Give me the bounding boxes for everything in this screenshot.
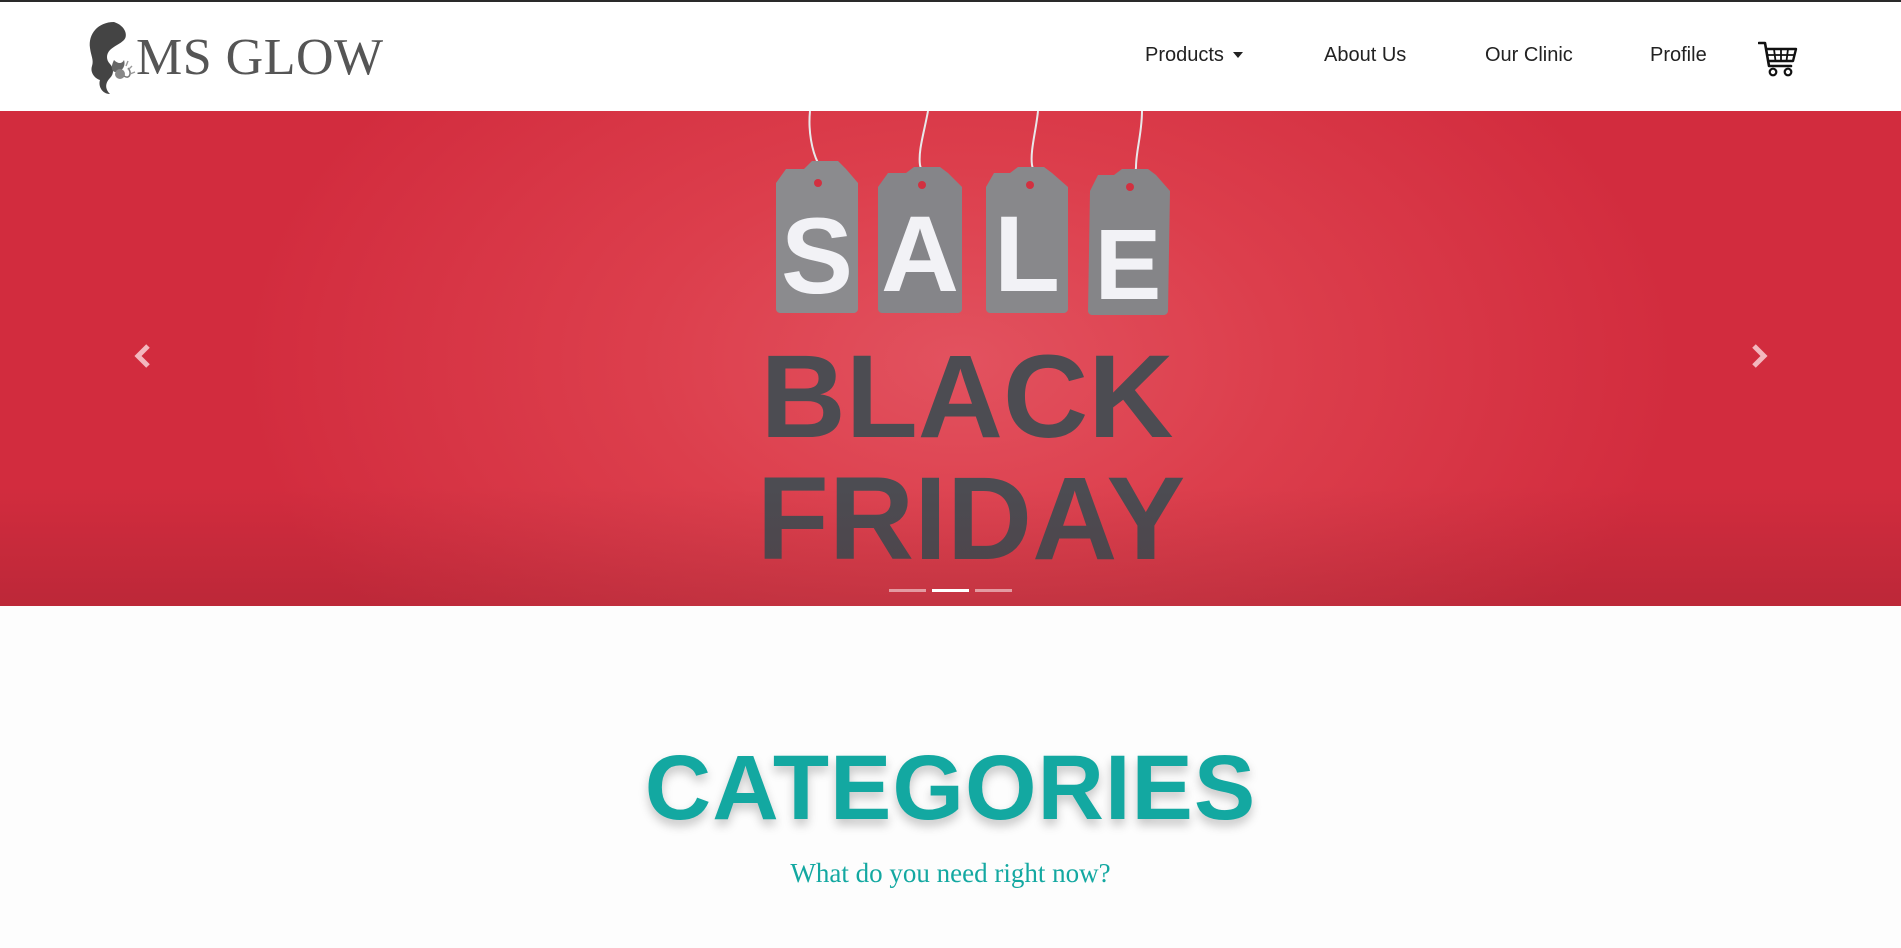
tag-letter-s: S [781,195,853,316]
chevron-right-icon[interactable] [1738,336,1778,376]
carousel-indicator-1[interactable] [889,589,926,592]
tag-letter-a: A [881,193,959,314]
navbar: MS GLOW Products About Us Our Clinic Pro… [0,2,1901,111]
nav-profile[interactable]: Profile [1650,44,1707,67]
carousel-indicator-3[interactable] [975,589,1012,592]
chevron-left-icon[interactable] [124,336,164,376]
sale-letters: S A L E [781,193,1161,321]
nav-our-clinic[interactable]: Our Clinic [1485,44,1573,67]
black-word: BLACK [761,331,1174,463]
brand-logo-link[interactable]: MS GLOW [84,20,384,96]
slide-bottom-shade [0,486,1901,606]
hero-carousel: S A L E BLACK FRIDAY [0,111,1901,606]
shopping-cart-icon[interactable] [1758,40,1798,78]
carousel-indicators [889,589,1012,592]
brand-name: MS GLOW [136,29,384,86]
categories-title: CATEGORIES [644,737,1257,839]
nav-products-label: Products [1145,44,1224,66]
caret-down-icon [1232,52,1243,58]
categories-section: CATEGORIES What do you need right now? [0,606,1901,948]
tag-strings [808,111,1143,186]
categories-subtitle: What do you need right now? [790,858,1111,888]
tag-letter-e: E [1095,209,1162,321]
tag-letter-l: L [994,193,1060,314]
nav-about-us[interactable]: About Us [1324,44,1406,67]
nav-products-dropdown[interactable]: Products [1145,44,1243,67]
woman-silhouette-logo-icon [89,22,136,94]
carousel-indicator-2[interactable] [932,589,969,592]
